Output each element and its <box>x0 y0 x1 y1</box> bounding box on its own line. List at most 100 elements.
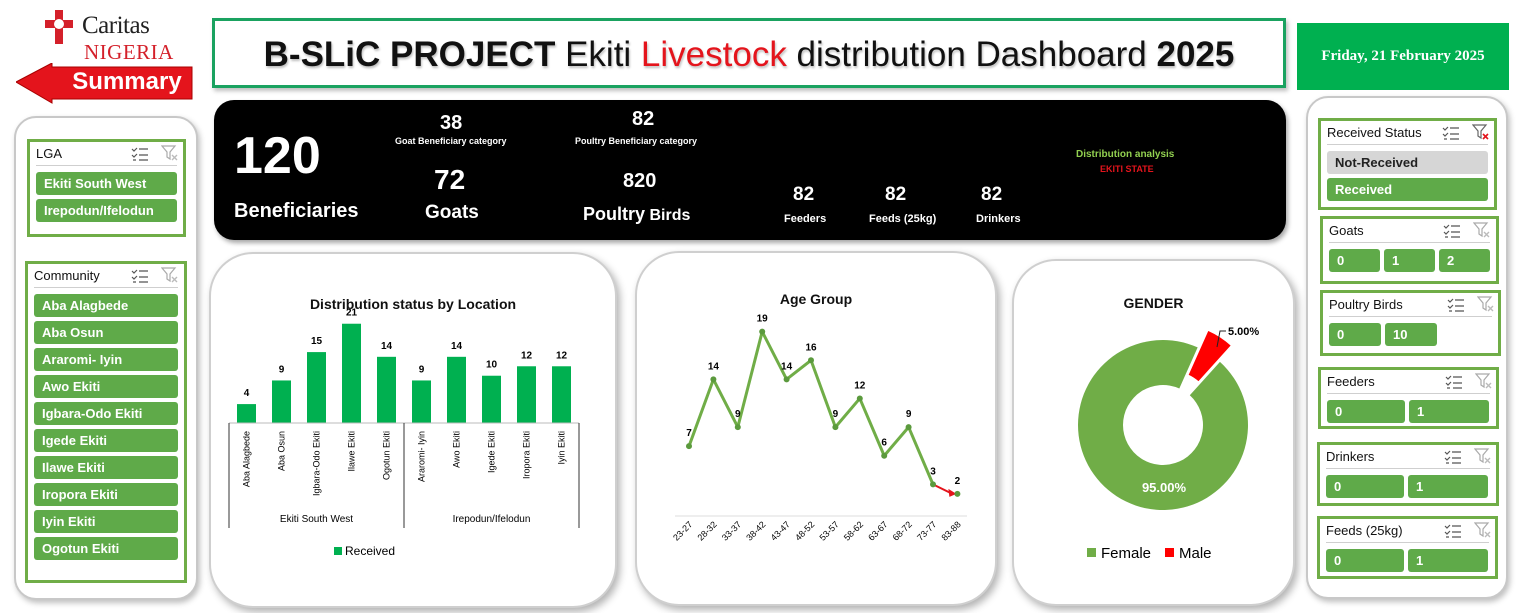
bar <box>342 323 361 423</box>
location-chart-card: Distribution status by Location 4 Aba Ala… <box>209 252 617 608</box>
feeds-option[interactable]: 1 <box>1408 549 1488 572</box>
category-tick-label: Ogotun Ekiti <box>382 431 392 480</box>
lga-slicer: LGA Ekiti South West Irepodun/Ifelodun <box>27 139 186 237</box>
age-point <box>686 443 692 450</box>
feeds-slicer: Feeds (25kg) 01 <box>1317 516 1498 579</box>
logo-name: Caritas <box>82 12 150 39</box>
clear-filter-icon[interactable] <box>1474 522 1492 539</box>
ekiti-state-label: EKITI STATE <box>1100 164 1154 174</box>
goats-option[interactable]: 0 <box>1329 249 1380 272</box>
age-line-chart: 7 23-27 14 28-32 9 33-37 19 38-42 14 43-47 16 48-52… <box>671 314 967 543</box>
age-point <box>954 490 961 497</box>
poultry-birds-label-sub: Birds <box>645 207 691 224</box>
clear-filter-icon[interactable] <box>1475 373 1493 390</box>
feeders-value: 82 <box>793 184 815 205</box>
drinkers-option[interactable]: 1 <box>1408 475 1488 498</box>
age-tick-label: 83-88 <box>939 519 962 542</box>
multi-select-icon[interactable] <box>131 146 149 162</box>
clear-filter-icon[interactable] <box>1477 296 1495 313</box>
feeders-slicer-title: Feeders <box>1327 374 1375 389</box>
age-value-label: 19 <box>757 314 769 325</box>
community-option[interactable]: Ogotun Ekiti <box>34 537 178 560</box>
age-tick-label: 38-42 <box>744 519 767 542</box>
feeders-label: Feeders <box>784 213 827 225</box>
multi-select-icon[interactable] <box>131 268 149 284</box>
poultry-birds-slicer-items: 0 10 <box>1329 323 1492 346</box>
multi-select-icon[interactable] <box>1445 374 1463 390</box>
caritas-logo: Caritas NIGERIA <box>40 6 173 64</box>
bar <box>237 404 256 423</box>
kpi-panel: 120 Beneficiaries 38 Goat Beneficiary ca… <box>214 100 1286 240</box>
goats-option[interactable]: 2 <box>1439 249 1490 272</box>
logo-country: NIGERIA <box>84 40 174 64</box>
community-slicer-header: Community <box>34 264 178 288</box>
legend-swatch-male <box>1165 548 1174 557</box>
feeders-slicer-items: 01 <box>1327 400 1490 423</box>
feeders-option[interactable]: 0 <box>1327 400 1405 423</box>
multi-select-icon[interactable] <box>1443 223 1461 239</box>
age-value-label: 12 <box>854 380 866 391</box>
age-value-label: 14 <box>708 361 720 372</box>
lga-option[interactable]: Irepodun/Ifelodun <box>36 199 177 222</box>
bar <box>482 375 501 423</box>
dashboard-title: B-SLiC PROJECT Ekiti Livestock distribut… <box>215 35 1283 75</box>
bar <box>272 380 291 423</box>
title-dashboard: distribution Dashboard <box>786 35 1157 74</box>
title-state: Ekiti <box>555 35 641 74</box>
poultry-birds-value: 820 <box>623 170 657 192</box>
drinkers-option[interactable]: 0 <box>1326 475 1404 498</box>
legend-swatch-female <box>1087 548 1096 557</box>
clear-filter-icon[interactable] <box>1473 222 1491 239</box>
received-status-slicer: Received Status Not-Received Received <box>1318 118 1497 210</box>
community-option[interactable]: Aba Osun <box>34 321 178 344</box>
multi-select-icon[interactable] <box>1447 297 1465 313</box>
goats-slicer-title: Goats <box>1329 223 1364 238</box>
received-status-option[interactable]: Received <box>1327 178 1488 201</box>
feeders-slicer: Feeders 01 <box>1318 367 1499 429</box>
age-point <box>734 424 741 431</box>
goats-slicer: Goats 012 <box>1320 216 1499 284</box>
multi-select-icon[interactable] <box>1442 125 1460 141</box>
lga-option[interactable]: Ekiti South West <box>36 172 177 195</box>
bar <box>517 366 536 423</box>
community-option[interactable]: Igede Ekiti <box>34 429 178 452</box>
community-slicer-items: Aba Alagbede Aba Osun Araromi- Iyin Awo Eki… <box>28 294 184 560</box>
age-tick-label: 43-47 <box>769 519 792 542</box>
age-point <box>881 452 888 459</box>
drinkers-slicer: Drinkers 01 <box>1317 442 1499 506</box>
community-option[interactable]: Iropora Ekiti <box>34 483 178 506</box>
poultry-birds-option[interactable]: 0 <box>1329 323 1381 346</box>
multi-select-icon[interactable] <box>1444 523 1462 539</box>
community-option[interactable]: Igbara-Odo Ekiti <box>34 402 178 425</box>
feeds-label: Feeds (25kg) <box>869 213 937 225</box>
community-option[interactable]: Iyin Ekiti <box>34 510 178 533</box>
community-option[interactable]: Araromi- Iyin <box>34 348 178 371</box>
gender-chart-card: GENDER 95.00% 5.00% Female Male <box>1012 259 1295 606</box>
bar <box>307 352 326 423</box>
goats-option[interactable]: 1 <box>1384 249 1435 272</box>
community-option[interactable]: Aba Alagbede <box>34 294 178 317</box>
category-tick-label: Araromi- Iyin <box>417 431 427 482</box>
group-label: Ekiti South West <box>280 514 353 525</box>
age-value-label: 16 <box>805 342 817 353</box>
category-tick-label: Iropora Ekiti <box>522 431 532 479</box>
community-option[interactable]: Awo Ekiti <box>34 375 178 398</box>
bar-value-label: 12 <box>521 350 533 361</box>
clear-filter-icon[interactable] <box>161 267 179 284</box>
multi-select-icon[interactable] <box>1444 449 1462 465</box>
age-tick-label: 73-77 <box>915 519 938 542</box>
summary-button[interactable]: Summary <box>16 63 194 105</box>
received-status-option[interactable]: Not-Received <box>1327 151 1488 174</box>
age-value-label: 9 <box>735 409 741 420</box>
clear-filter-icon[interactable] <box>1474 448 1492 465</box>
community-option[interactable]: Ilawe Ekiti <box>34 456 178 479</box>
poultry-category-value: 82 <box>632 108 655 130</box>
feeds-option[interactable]: 0 <box>1326 549 1404 572</box>
poultry-birds-option[interactable]: 10 <box>1385 323 1437 346</box>
feeders-option[interactable]: 1 <box>1409 400 1489 423</box>
clear-filter-icon[interactable] <box>161 145 179 162</box>
lga-slicer-title: LGA <box>36 146 63 161</box>
clear-filter-active-icon[interactable] <box>1472 124 1490 141</box>
caritas-cross-icon <box>45 10 73 44</box>
age-tick-label: 23-27 <box>671 519 694 542</box>
